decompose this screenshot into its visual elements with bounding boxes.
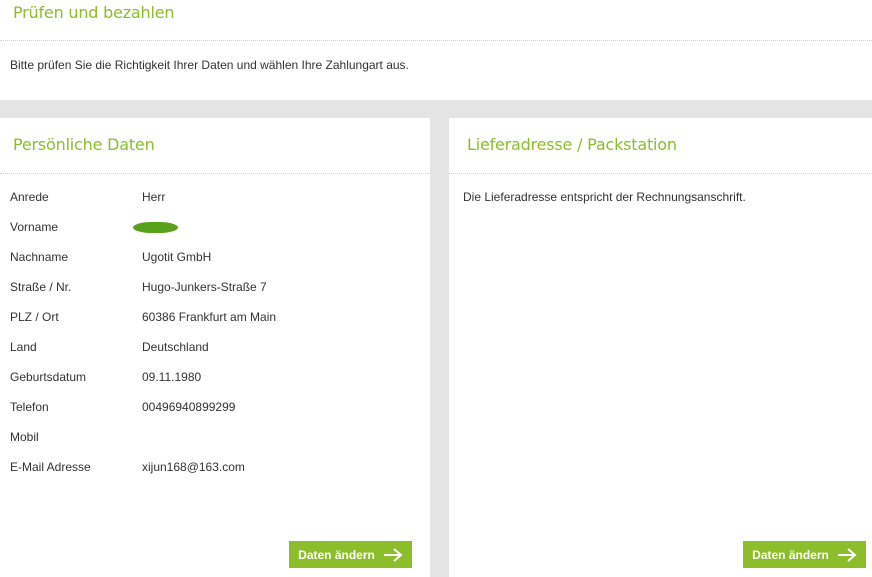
field-label: Telefon	[10, 400, 49, 414]
field-value: xijun168@163.com	[142, 460, 245, 474]
personal-data-panel: Persönliche Daten Anrede Herr Vorname Na…	[0, 118, 430, 577]
field-row-anrede: Anrede Herr	[10, 190, 410, 206]
field-value: Deutschland	[142, 340, 209, 354]
field-value: 00496940899299	[142, 400, 236, 414]
redaction-mark	[133, 222, 178, 233]
field-value: 09.11.1980	[142, 370, 202, 384]
divider	[0, 173, 430, 174]
field-row-telefon: Telefon 00496940899299	[10, 400, 410, 416]
field-value: Ugotit GmbH	[142, 250, 212, 264]
field-label: E-Mail Adresse	[10, 460, 91, 474]
field-row-geburtsdatum: Geburtsdatum 09.11.1980	[10, 370, 410, 386]
page-title: Prüfen und bezahlen	[13, 3, 175, 22]
field-label: Anrede	[10, 190, 49, 204]
edit-delivery-address-button[interactable]: Daten ändern	[743, 541, 866, 568]
field-label: Land	[10, 340, 37, 354]
page-header: Prüfen und bezahlen Bitte prüfen Sie die…	[0, 0, 872, 100]
field-value: 60386 Frankfurt am Main	[142, 310, 277, 324]
field-row-mobil: Mobil	[10, 430, 410, 446]
arrow-right-icon	[837, 547, 857, 562]
panel-title-delivery: Lieferadresse / Packstation	[467, 135, 677, 154]
field-label: Nachname	[10, 250, 69, 264]
divider	[449, 173, 872, 174]
edit-personal-data-button[interactable]: Daten ändern	[289, 541, 412, 568]
field-row-vorname: Vorname	[10, 220, 410, 236]
field-row-plz-ort: PLZ / Ort 60386 Frankfurt am Main	[10, 310, 410, 326]
field-label: Mobil	[10, 430, 39, 444]
button-label: Daten ändern	[752, 547, 829, 562]
field-label: Straße / Nr.	[10, 280, 72, 294]
field-label: PLZ / Ort	[10, 310, 59, 324]
field-row-nachname: Nachname Ugotit GmbH	[10, 250, 410, 266]
field-value: Hugo-Junkers-Straße 7	[142, 280, 267, 294]
delivery-address-panel: Lieferadresse / Packstation Die Lieferad…	[449, 118, 872, 577]
field-row-email: E-Mail Adresse xijun168@163.com	[10, 460, 410, 476]
field-row-land: Land Deutschland	[10, 340, 410, 356]
field-row-strasse: Straße / Nr. Hugo-Junkers-Straße 7	[10, 280, 410, 296]
field-value: Herr	[142, 190, 166, 204]
panel-title-personal: Persönliche Daten	[13, 135, 155, 154]
delivery-info-text: Die Lieferadresse entspricht der Rechnun…	[463, 190, 746, 204]
intro-text: Bitte prüfen Sie die Richtigkeit Ihrer D…	[10, 58, 409, 72]
button-label: Daten ändern	[298, 547, 375, 562]
field-label: Vorname	[10, 220, 59, 234]
field-label: Geburtsdatum	[10, 370, 87, 384]
arrow-right-icon	[383, 547, 403, 562]
divider	[0, 40, 872, 41]
